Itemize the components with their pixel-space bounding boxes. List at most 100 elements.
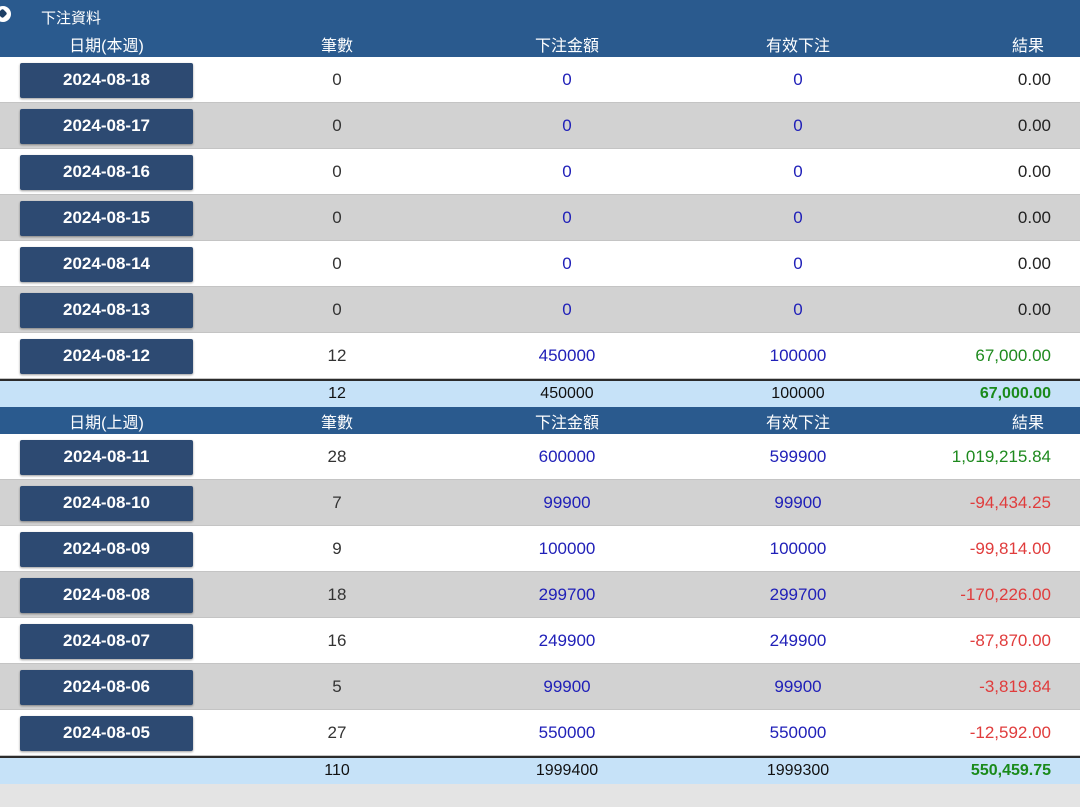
- date-button[interactable]: 2024-08-05: [20, 715, 193, 751]
- date-button[interactable]: 2024-08-10: [20, 485, 193, 521]
- total-amount: 450000: [540, 385, 594, 402]
- amount-cell: 0: [562, 162, 572, 181]
- header-row-last-week: 日期(上週) 筆數 下注金額 有效下注 結果: [0, 407, 1080, 434]
- total-amount: 1999400: [535, 762, 599, 779]
- count-cell: 0: [332, 162, 342, 181]
- valid-bet-cell: 0: [793, 116, 803, 135]
- count-cell: 18: [327, 585, 347, 604]
- header-result: 結果: [1011, 37, 1044, 55]
- date-cell: 2024-08-11: [20, 434, 193, 480]
- betting-records-panel: 下注資料 日期(本週) 筆數 下注金額 有效下注 結果 2024-08-18 0 0…: [0, 0, 1080, 784]
- table-row: 2024-08-10 7 99900 99900 -94,434.25: [0, 480, 1080, 526]
- result-cell: 67,000.00: [975, 346, 1051, 365]
- valid-bet-cell: 550000: [769, 723, 827, 742]
- count-cell: 0: [332, 254, 342, 273]
- result-cell: -99,814.00: [969, 539, 1051, 558]
- count-cell: 27: [327, 723, 347, 742]
- date-button[interactable]: 2024-08-16: [20, 154, 193, 190]
- valid-bet-cell: 0: [793, 70, 803, 89]
- table-row: 2024-08-05 27 550000 550000 -12,592.00: [0, 710, 1080, 756]
- date-button[interactable]: 2024-08-08: [20, 577, 193, 613]
- count-cell: 16: [327, 631, 347, 650]
- table-row: 2024-08-14 0 0 0 0.00: [0, 241, 1080, 287]
- amount-cell: 0: [562, 116, 572, 135]
- soccer-ball-icon: [0, 6, 11, 22]
- valid-bet-cell: 249900: [769, 631, 827, 650]
- valid-bet-cell: 0: [793, 300, 803, 319]
- table-row: 2024-08-11 28 600000 599900 1,019,215.84: [0, 434, 1080, 480]
- total-row-this-week: 12 450000 100000 67,000.00: [0, 379, 1080, 407]
- valid-bet-cell: 299700: [769, 585, 827, 604]
- amount-cell: 299700: [538, 585, 596, 604]
- total-count: 110: [324, 762, 350, 779]
- amount-cell: 0: [562, 300, 572, 319]
- result-cell: 0.00: [1017, 162, 1051, 181]
- date-button[interactable]: 2024-08-09: [20, 531, 193, 567]
- amount-cell: 100000: [538, 539, 596, 558]
- result-cell: 0.00: [1017, 208, 1051, 227]
- result-cell: -87,870.00: [969, 631, 1051, 650]
- date-cell: 2024-08-18: [20, 57, 193, 103]
- header-valid: 有效下注: [765, 37, 830, 55]
- date-button[interactable]: 2024-08-06: [20, 669, 193, 705]
- date-button[interactable]: 2024-08-17: [20, 108, 193, 144]
- table-row: 2024-08-08 18 299700 299700 -170,226.00: [0, 572, 1080, 618]
- valid-bet-cell: 0: [793, 162, 803, 181]
- valid-bet-cell: 0: [793, 208, 803, 227]
- count-cell: 7: [332, 493, 342, 512]
- date-cell: 2024-08-08: [20, 572, 193, 618]
- date-button[interactable]: 2024-08-15: [20, 200, 193, 236]
- result-cell: 1,019,215.84: [951, 447, 1051, 466]
- date-cell: 2024-08-07: [20, 618, 193, 664]
- result-cell: -3,819.84: [979, 677, 1051, 696]
- valid-bet-cell: 0: [793, 254, 803, 273]
- count-cell: 0: [332, 208, 342, 227]
- total-count: 12: [328, 385, 346, 402]
- date-cell: 2024-08-12: [20, 333, 193, 379]
- total-result: 550,459.75: [970, 762, 1051, 779]
- total-result: 67,000.00: [979, 385, 1051, 402]
- date-cell: 2024-08-13: [20, 287, 193, 333]
- result-cell: 0.00: [1017, 70, 1051, 89]
- this-week-table: 2024-08-18 0 0 0 0.00 2024-08-17 0 0 0 0.00 2024-0…: [0, 57, 1080, 379]
- date-button[interactable]: 2024-08-18: [20, 62, 193, 98]
- date-button[interactable]: 2024-08-11: [20, 439, 193, 475]
- table-row: 2024-08-16 0 0 0 0.00: [0, 149, 1080, 195]
- date-cell: 2024-08-06: [20, 664, 193, 710]
- result-cell: -12,592.00: [969, 723, 1051, 742]
- valid-bet-cell: 100000: [769, 346, 827, 365]
- table-row: 2024-08-15 0 0 0 0.00: [0, 195, 1080, 241]
- amount-cell: 550000: [538, 723, 596, 742]
- amount-cell: 0: [562, 208, 572, 227]
- total-valid: 100000: [771, 385, 825, 402]
- date-button[interactable]: 2024-08-12: [20, 338, 193, 374]
- result-cell: 0.00: [1017, 116, 1051, 135]
- amount-cell: 450000: [538, 346, 596, 365]
- valid-bet-cell: 100000: [769, 539, 827, 558]
- amount-cell: 249900: [538, 631, 596, 650]
- header-count: 筆數: [320, 37, 353, 55]
- date-cell: 2024-08-16: [20, 149, 193, 195]
- valid-bet-cell: 99900: [774, 493, 822, 512]
- valid-bet-cell: 599900: [769, 447, 827, 466]
- count-cell: 5: [332, 677, 342, 696]
- date-button[interactable]: 2024-08-13: [20, 292, 193, 328]
- date-button[interactable]: 2024-08-07: [20, 623, 193, 659]
- table-row: 2024-08-13 0 0 0 0.00: [0, 287, 1080, 333]
- amount-cell: 600000: [538, 447, 596, 466]
- table-row: 2024-08-06 5 99900 99900 -3,819.84: [0, 664, 1080, 710]
- table-row: 2024-08-17 0 0 0 0.00: [0, 103, 1080, 149]
- count-cell: 0: [332, 300, 342, 319]
- amount-cell: 99900: [543, 677, 591, 696]
- header-date: 日期(上週): [69, 414, 144, 432]
- date-button[interactable]: 2024-08-14: [20, 246, 193, 282]
- amount-cell: 99900: [543, 493, 591, 512]
- date-cell: 2024-08-05: [20, 710, 193, 756]
- header-date: 日期(本週): [69, 37, 144, 55]
- result-cell: 0.00: [1017, 300, 1051, 319]
- count-cell: 12: [327, 346, 347, 365]
- date-cell: 2024-08-15: [20, 195, 193, 241]
- count-cell: 0: [332, 116, 342, 135]
- header-amount: 下注金額: [534, 37, 599, 55]
- header-amount: 下注金額: [534, 414, 599, 432]
